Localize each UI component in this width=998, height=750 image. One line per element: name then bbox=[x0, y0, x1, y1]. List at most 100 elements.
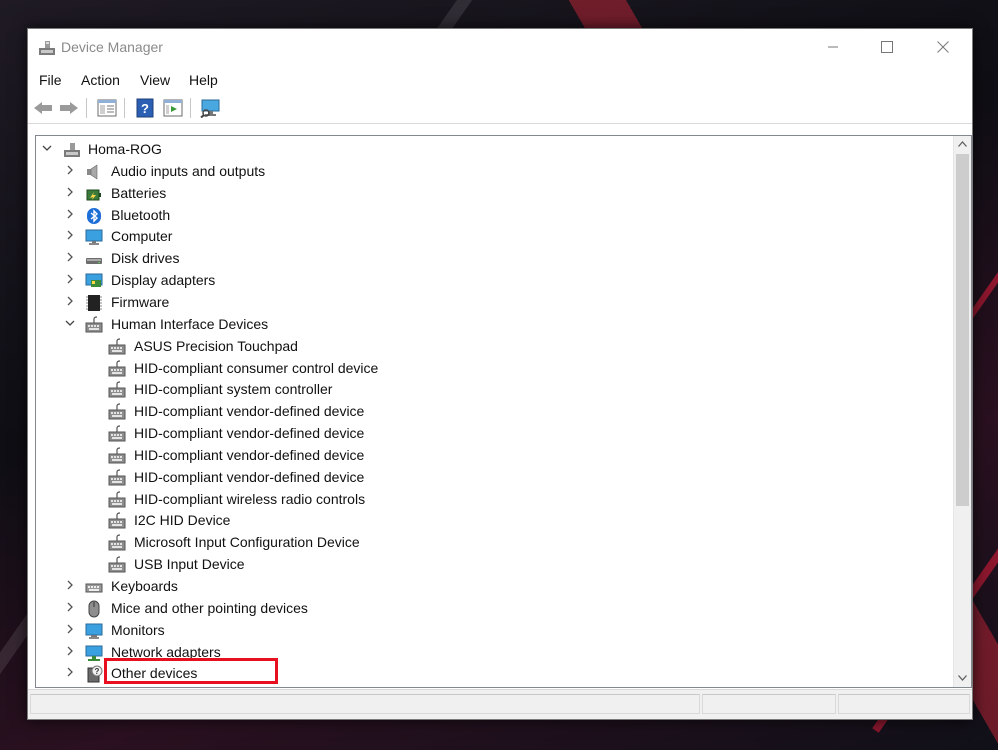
hid-icon bbox=[108, 512, 126, 529]
firmware-icon bbox=[85, 687, 103, 688]
scroll-up-button[interactable] bbox=[954, 136, 971, 153]
tree-item-label: Display adapters bbox=[111, 272, 216, 289]
chevron-right-icon bbox=[67, 187, 73, 197]
tree-item-label: Audio inputs and outputs bbox=[111, 162, 266, 179]
tree-item-icon bbox=[85, 207, 103, 225]
close-button[interactable] bbox=[920, 29, 966, 65]
vertical-scrollbar[interactable] bbox=[953, 136, 971, 687]
tree-device-item[interactable]: HID-compliant vendor-defined device bbox=[36, 445, 946, 467]
firmware-icon bbox=[86, 294, 102, 311]
tree-category[interactable]: Firmware bbox=[36, 292, 946, 314]
tree-item-label: ASUS Precision Touchpad bbox=[134, 337, 298, 354]
expand-toggle[interactable] bbox=[64, 580, 76, 592]
tree-item-label: I2C HID Device bbox=[134, 512, 231, 529]
menu-view[interactable]: View bbox=[140, 72, 170, 88]
device-manager-window: Device Manager File Action View Help ? H… bbox=[27, 28, 973, 720]
tree-device-item[interactable]: ASUS Precision Touchpad bbox=[36, 336, 946, 358]
tree-category[interactable]: Monitors bbox=[36, 620, 946, 642]
tree-root-computer[interactable]: Homa-ROG bbox=[36, 139, 946, 161]
tree-item-icon bbox=[108, 447, 126, 465]
expand-toggle[interactable] bbox=[64, 230, 76, 242]
properties-button[interactable] bbox=[96, 97, 118, 119]
tree-category[interactable]: Batteries bbox=[36, 183, 946, 205]
menu-help[interactable]: Help bbox=[189, 72, 218, 88]
tree-device-item[interactable]: HID-compliant vendor-defined device bbox=[36, 467, 946, 489]
tree-device-item[interactable]: Microsoft Input Configuration Device bbox=[36, 532, 946, 554]
expand-toggle[interactable] bbox=[41, 143, 53, 155]
hid-icon bbox=[108, 381, 126, 398]
update-driver-icon bbox=[163, 99, 183, 117]
tree-item-icon bbox=[108, 534, 126, 552]
mouse-icon bbox=[88, 600, 100, 618]
toolbar-separator bbox=[86, 98, 87, 118]
tree-item-icon bbox=[108, 512, 126, 530]
forward-button[interactable] bbox=[58, 97, 80, 119]
tree-device-item[interactable]: HID-compliant consumer control device bbox=[36, 358, 946, 380]
tree-device-item[interactable]: I2C HID Device bbox=[36, 510, 946, 532]
back-button[interactable] bbox=[32, 97, 54, 119]
properties-icon bbox=[97, 99, 117, 117]
status-segment bbox=[702, 694, 836, 714]
expand-toggle[interactable] bbox=[64, 209, 76, 221]
tree-item-label: Firmware bbox=[111, 293, 170, 310]
expand-toggle[interactable] bbox=[64, 667, 76, 679]
title-bar[interactable]: Device Manager bbox=[28, 29, 972, 67]
display-adapter-icon bbox=[85, 273, 103, 288]
tree-item-icon bbox=[108, 425, 126, 443]
tree-item-label: HID-compliant vendor-defined device bbox=[134, 403, 365, 420]
hid-icon bbox=[85, 316, 103, 333]
tree-category[interactable]: Computer bbox=[36, 226, 946, 248]
expand-toggle[interactable] bbox=[64, 165, 76, 177]
expand-toggle[interactable] bbox=[64, 624, 76, 636]
tree-item-icon bbox=[85, 272, 103, 290]
toolbar-separator bbox=[124, 98, 125, 118]
tree-category[interactable]: Audio inputs and outputs bbox=[36, 161, 946, 183]
hid-icon bbox=[108, 338, 126, 355]
tree-category[interactable]: Disk drives bbox=[36, 248, 946, 270]
update-driver-button[interactable] bbox=[162, 97, 184, 119]
scan-hardware-button[interactable] bbox=[200, 97, 222, 119]
menu-file[interactable]: File bbox=[39, 72, 62, 88]
tree-device-item[interactable]: HID-compliant vendor-defined device bbox=[36, 423, 946, 445]
hid-icon bbox=[108, 425, 126, 442]
window-title: Device Manager bbox=[61, 39, 163, 55]
expand-toggle[interactable] bbox=[64, 602, 76, 614]
menu-action[interactable]: Action bbox=[81, 72, 120, 88]
tree-item-label: Microsoft Input Configuration Device bbox=[134, 534, 360, 551]
tree-category[interactable] bbox=[36, 685, 946, 688]
tree-device-item[interactable]: HID-compliant vendor-defined device bbox=[36, 401, 946, 423]
help-button[interactable]: ? bbox=[134, 97, 156, 119]
tree-item-icon bbox=[85, 622, 103, 640]
tree-device-item[interactable]: HID-compliant system controller bbox=[36, 379, 946, 401]
battery-icon bbox=[86, 189, 101, 201]
expand-toggle[interactable] bbox=[64, 646, 76, 658]
expand-toggle[interactable] bbox=[64, 296, 76, 308]
tree-category[interactable]: Display adapters bbox=[36, 270, 946, 292]
status-segment bbox=[30, 694, 700, 714]
tree-item-label: Batteries bbox=[111, 184, 167, 201]
expand-toggle[interactable] bbox=[64, 318, 76, 330]
scroll-down-button[interactable] bbox=[954, 670, 971, 687]
expand-toggle[interactable] bbox=[64, 274, 76, 286]
tree-device-item[interactable]: HID-compliant wireless radio controls bbox=[36, 489, 946, 511]
device-tree[interactable]: Homa-ROG Audio inputs and outputs Batterie… bbox=[35, 135, 972, 688]
tree-category-expanded[interactable]: Human Interface Devices bbox=[36, 314, 946, 336]
monitor-icon bbox=[85, 623, 103, 639]
tree-category[interactable]: Keyboards bbox=[36, 576, 946, 598]
menu-bar: File Action View Help bbox=[28, 67, 972, 93]
tree-device-item[interactable]: USB Input Device bbox=[36, 554, 946, 576]
chevron-right-icon bbox=[67, 274, 73, 284]
close-icon bbox=[937, 41, 949, 53]
minimize-button[interactable] bbox=[810, 29, 856, 65]
expand-toggle[interactable] bbox=[64, 187, 76, 199]
expand-toggle[interactable] bbox=[64, 252, 76, 264]
tree-category[interactable]: Mice and other pointing devices bbox=[36, 598, 946, 620]
chevron-right-icon bbox=[67, 296, 73, 306]
scrollbar-thumb[interactable] bbox=[956, 154, 969, 506]
chevron-right-icon bbox=[67, 230, 73, 240]
maximize-button[interactable] bbox=[864, 29, 910, 65]
chevron-down-icon bbox=[42, 145, 52, 151]
tree-item-icon bbox=[108, 359, 126, 378]
tree-category[interactable]: Bluetooth bbox=[36, 205, 946, 227]
chevron-right-icon bbox=[67, 624, 73, 634]
